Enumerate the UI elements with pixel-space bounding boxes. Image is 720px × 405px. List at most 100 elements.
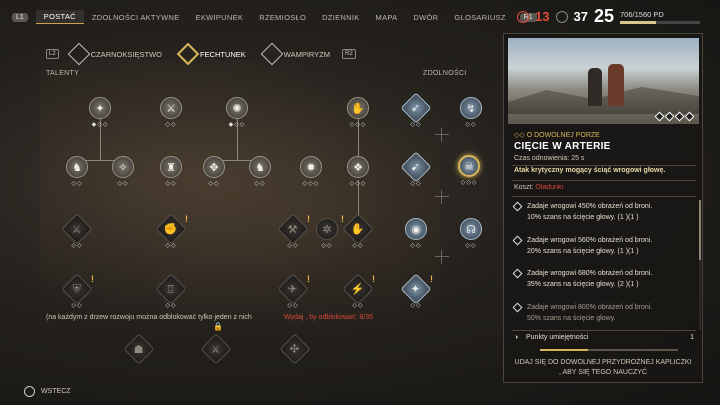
skill-icon: ♜: [160, 156, 182, 178]
skill-icon: ✦: [89, 97, 111, 119]
talent-node-locked[interactable]: ⚔ ◇◇: [61, 213, 93, 249]
subtab-vampirism-label: WAMPIRYZM: [283, 49, 331, 59]
talent-node-locked[interactable]: ⚔: [200, 333, 232, 365]
talent-node[interactable]: ♜ ◇◇: [160, 156, 182, 187]
tab-journal[interactable]: DZIENNIK: [314, 11, 367, 24]
skill-icon: ➹: [400, 151, 432, 183]
talent-node-locked[interactable]: ✣: [279, 333, 311, 365]
node-rank-dots: ◇◇: [352, 243, 364, 249]
ability-node[interactable]: ✦! ◇◇: [400, 273, 433, 309]
preview-figure: [608, 64, 624, 106]
skill-icon: ↯: [460, 97, 482, 119]
cost-label: Koszt:: [514, 184, 534, 191]
tab-map[interactable]: MAPA: [368, 11, 406, 24]
talent-node[interactable]: ✺ ◆◇◇: [226, 97, 248, 128]
talent-node[interactable]: ✹ ◇◇◇: [300, 156, 322, 187]
node-rank-dots: ◇◇: [287, 303, 299, 309]
book-icon: [512, 302, 523, 313]
subtab-vampirism[interactable]: WAMPIRYZM: [258, 42, 336, 66]
talent-node-locked[interactable]: ✋ ◇◇: [342, 213, 374, 249]
skill-points-label: Punkty umiejętności: [526, 334, 589, 341]
skill-icon: ✊: [155, 213, 187, 245]
main-tabs: L1 POSTAĆ ZDOLNOŚCI AKTYWNE EKWIPUNEK RZ…: [12, 10, 545, 24]
upgrade-text: 50% szans na ścięcie głowy.: [527, 315, 616, 322]
subtab-sorcery[interactable]: CZARNOKSIĘSTWO: [65, 42, 168, 66]
l2-key[interactable]: L2: [46, 49, 59, 59]
skill-icon: ✦: [400, 273, 432, 305]
skill-icon: ⚡: [342, 273, 374, 305]
ability-type-label: O DOWOLNEJ PORZE: [526, 132, 600, 139]
ability-node[interactable]: ➹ ◇◇: [400, 151, 432, 187]
hint-line-1: UDAJ SIĘ DO DOWOLNEJ PRZYDROŻNEJ KAPLICZ…: [514, 359, 692, 366]
talent-node-locked[interactable]: ✲! ◇◇: [316, 214, 344, 249]
talent-node-locked[interactable]: ✈! ◇◇: [277, 273, 310, 309]
talent-node-locked[interactable]: ♖ ◇◇: [155, 273, 187, 309]
upgrade-text: 20% szans na ścięcie głowy. (1 )(1 ): [527, 248, 639, 255]
subtab-swordsmanship[interactable]: FECHTUNEK: [174, 42, 252, 66]
tab-glossary[interactable]: GLOSARIUSZ: [446, 11, 513, 24]
ability-node[interactable]: ☊ ◇◇: [460, 218, 482, 249]
node-rank-dots: ◇◇: [208, 181, 220, 187]
talent-node[interactable]: ✦ ◆◇◇: [89, 97, 111, 128]
talent-node-locked[interactable]: ⚒! ◇◇: [277, 213, 310, 249]
l1-key[interactable]: L1: [12, 12, 28, 22]
ability-node[interactable]: ↯ ◇◇: [460, 97, 482, 128]
upgrade-text: Zadaje wrogowi 800% obrażeń od broni.: [527, 304, 653, 311]
skill-icon: ♞: [249, 156, 271, 178]
talent-node[interactable]: ✧ ◇◇: [112, 156, 134, 187]
skill-icon: ♖: [155, 273, 187, 305]
skill-icon: ⚔: [160, 97, 182, 119]
tab-crafting[interactable]: RZEMIOSŁO: [251, 11, 314, 24]
upgrade-text: 10% szans na ścięcie głowy. (1 )(1 ): [527, 214, 639, 221]
tab-character[interactable]: POSTAĆ: [35, 10, 84, 24]
ability-node-selected[interactable]: ☠ ◇◇◇: [458, 155, 480, 186]
upgrade-text: Zadaje wrogowi 680% obrażeń od broni.: [527, 270, 653, 277]
divider: [512, 165, 696, 166]
tab-equipment[interactable]: EKWIPUNEK: [188, 11, 252, 24]
ability-detail-panel: ◇◇ O DOWOLNEJ PORZE CIĘCIE W ARTERIE Cza…: [503, 33, 703, 383]
new-indicator-icon: !: [430, 274, 433, 284]
talent-node[interactable]: ✋ ◇◇◇: [347, 97, 369, 128]
talent-node-locked[interactable]: ✊! ◇◇: [155, 213, 188, 249]
ability-node[interactable]: ◉ ◇◇: [405, 218, 427, 249]
points-icon: ◑: [514, 334, 519, 341]
tab-court[interactable]: DWÓR: [405, 11, 446, 24]
upgrade-line: Zadaje wrogowi 800% obrażeń od broni.: [512, 302, 694, 313]
scrollbar-thumb[interactable]: [699, 200, 701, 260]
talent-node[interactable]: ❖ ◇◇◇: [347, 156, 369, 187]
preview-pips: [654, 111, 695, 122]
skill-icon: ⚔: [61, 213, 93, 245]
talent-node-locked[interactable]: ⛨! ◇◇: [61, 273, 94, 309]
upgrade-entry: Zadaje wrogowi 680% obrażeń od broni. 35…: [512, 268, 694, 290]
cost-value: Oładunki: [535, 184, 564, 191]
back-button[interactable]: WSTECZ: [24, 386, 71, 397]
skill-icon: ☠: [458, 155, 480, 177]
talent-node-locked[interactable]: ⚡! ◇◇: [342, 273, 375, 309]
upgrade-line: Zadaje wrogowi 560% obrażeń od broni.: [512, 235, 694, 246]
node-rank-dots: ◇◇: [165, 303, 177, 309]
upgrade-line: Zadaje wrogowi 450% obrażeń od broni.: [512, 201, 694, 212]
detail-scrollbar[interactable]: [699, 200, 701, 330]
blood-icon: [517, 10, 530, 23]
empty-slot-marker: [435, 128, 449, 142]
ability-node[interactable]: ➶ ◇◇: [400, 92, 432, 128]
r2-key[interactable]: R2: [342, 49, 356, 59]
upgrade-line: 20% szans na ścięcie głowy. (1 )(1 ): [514, 246, 694, 257]
node-rank-dots: ◇◇: [165, 243, 177, 249]
talent-node-locked[interactable]: ☗: [123, 333, 155, 365]
node-rank-dots: ◇◇: [117, 181, 129, 187]
node-rank-dots: ◇◇: [410, 243, 422, 249]
talent-node[interactable]: ⚔ ◇◇: [160, 97, 182, 128]
tab-active-abilities[interactable]: ZDOLNOŚCI AKTYWNE: [84, 11, 188, 24]
talent-node[interactable]: ♞ ◇◇: [249, 156, 271, 187]
ability-cost: Koszt: Oładunki: [514, 184, 563, 191]
swordsmanship-icon: [176, 42, 200, 66]
talent-node[interactable]: ✥ ◇◇: [203, 156, 225, 187]
skill-icon: ⚒: [277, 213, 309, 245]
ability-points-count: 37: [573, 9, 588, 24]
skill-icon: ✈: [277, 273, 309, 305]
node-rank-dots: ◇◇: [165, 122, 177, 128]
new-indicator-icon: !: [91, 274, 94, 284]
skill-tree-tabs: L2 CZARNOKSIĘSTWO FECHTUNEK WAMPIRYZM R2: [46, 42, 356, 66]
talent-node[interactable]: ♞ ◇◇: [66, 156, 88, 187]
